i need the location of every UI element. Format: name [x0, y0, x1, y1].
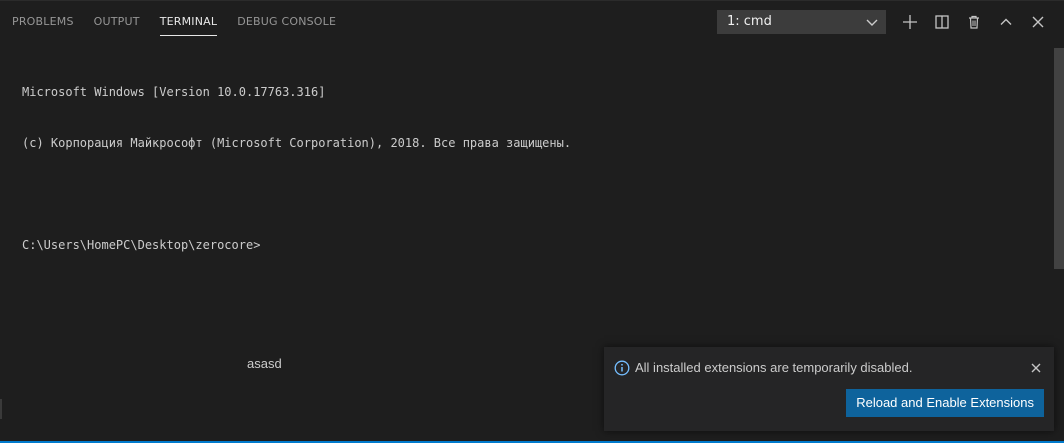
close-icon	[1032, 16, 1044, 28]
floating-text: asasd	[247, 356, 282, 371]
terminal-line: Microsoft Windows [Version 10.0.17763.31…	[22, 85, 326, 99]
notification-close-button[interactable]	[1028, 360, 1044, 376]
chevron-down-icon	[865, 11, 879, 33]
info-icon	[614, 360, 630, 376]
new-terminal-button[interactable]	[898, 10, 922, 34]
chevron-up-icon	[1000, 18, 1012, 25]
tab-terminal[interactable]: TERMINAL	[159, 1, 218, 43]
maximize-panel-button[interactable]	[994, 10, 1018, 34]
tab-debug-console[interactable]: DEBUG CONSOLE	[237, 1, 336, 43]
terminal-scrollbar[interactable]	[1054, 48, 1064, 269]
panel-tabs: PROBLEMS OUTPUT TERMINAL DEBUG CONSOLE	[12, 1, 356, 43]
close-panel-button[interactable]	[1026, 10, 1050, 34]
reload-enable-extensions-button[interactable]: Reload and Enable Extensions	[846, 389, 1044, 417]
close-icon	[1031, 363, 1041, 373]
split-terminal-button[interactable]	[930, 10, 954, 34]
tab-output[interactable]: OUTPUT	[94, 1, 140, 43]
terminal-select[interactable]: 1: cmd	[717, 10, 886, 34]
split-icon	[935, 15, 949, 29]
tab-problems[interactable]: PROBLEMS	[12, 1, 74, 43]
terminal-prompt: C:\Users\HomePC\Desktop\zerocore>	[22, 238, 261, 252]
sash-edge	[0, 399, 2, 419]
kill-terminal-button[interactable]	[962, 10, 986, 34]
terminal-panel: PROBLEMS OUTPUT TERMINAL DEBUG CONSOLE 1…	[0, 0, 1064, 443]
plus-icon	[903, 15, 917, 29]
notification-message: All installed extensions are temporarily…	[635, 360, 913, 375]
terminal-select-value: 1: cmd	[727, 14, 772, 29]
terminal-line: (c) Корпорация Майкрософт (Microsoft Cor…	[22, 136, 572, 150]
terminal-line: ​	[22, 186, 1044, 203]
notification-toast: All installed extensions are temporarily…	[604, 347, 1054, 431]
panel-actions	[898, 10, 1058, 34]
terminal-output[interactable]: Microsoft Windows [Version 10.0.17763.31…	[22, 50, 1044, 288]
trash-icon	[969, 15, 979, 29]
